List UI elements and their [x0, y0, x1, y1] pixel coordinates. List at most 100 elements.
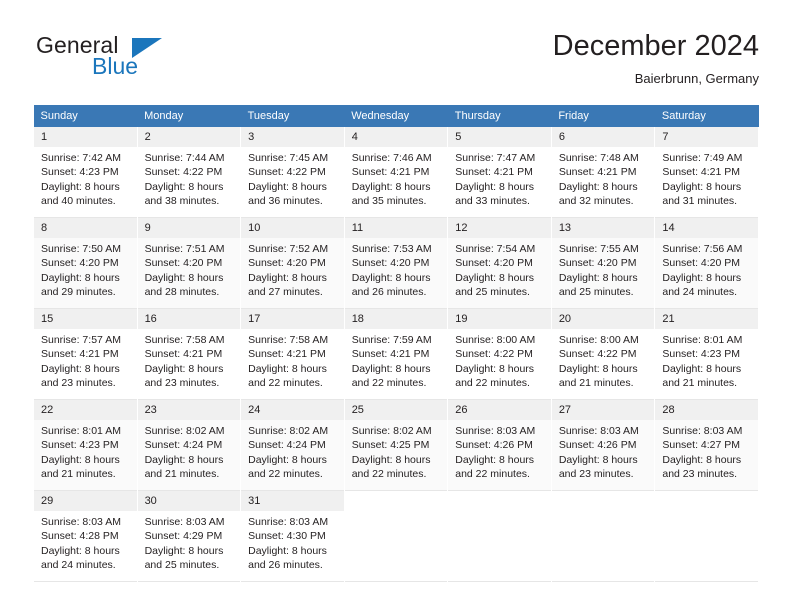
sunset-time: Sunset: 4:20 PM: [662, 257, 741, 270]
calendar-day-cell[interactable]: 17 Sunrise: 7:58 AM Sunset: 4:21 PM Dayligh…: [240, 308, 345, 400]
daylight-duration-line1: Daylight: 8 hours: [144, 362, 224, 375]
calendar-day-cell[interactable]: 31 Sunrise: 8:03 AM Sunset: 4:30 PM Dayligh…: [240, 490, 345, 582]
sunrise-time: Sunrise: 8:03 AM: [41, 516, 121, 528]
day-details: Sunrise: 7:55 AM Sunset: 4:20 PM Daylight:…: [552, 238, 655, 299]
day-details: Sunrise: 7:59 AM Sunset: 4:21 PM Daylight:…: [345, 329, 448, 390]
calendar-day-cell[interactable]: 25 Sunrise: 8:02 AM Sunset: 4:25 PM Dayligh…: [343, 399, 449, 491]
day-number: 9: [137, 218, 241, 238]
daylight-duration-line1: Daylight: 8 hours: [248, 362, 327, 375]
sunrise-time: Sunrise: 8:03 AM: [144, 516, 225, 528]
sunset-time: Sunset: 4:21 PM: [144, 348, 223, 361]
calendar-week-row: 29 Sunrise: 8:03 AM Sunset: 4:28 PM Dayligh…: [33, 490, 759, 582]
daylight-duration-line1: Daylight: 8 hours: [41, 362, 120, 375]
day-number: 16: [137, 309, 241, 329]
sunset-time: Sunset: 4:24 PM: [248, 439, 326, 452]
sunset-time: Sunset: 4:24 PM: [144, 439, 223, 452]
sunrise-time: Sunrise: 8:02 AM: [248, 425, 329, 437]
calendar-day-cell[interactable]: 27 Sunrise: 8:03 AM Sunset: 4:26 PM Dayligh…: [550, 399, 656, 491]
weekday-header-saturday: Saturday: [654, 105, 759, 127]
sunset-time: Sunset: 4:20 PM: [248, 257, 326, 270]
weekday-header-row: Sunday Monday Tuesday Wednesday Thursday…: [33, 105, 759, 127]
day-number: 8: [34, 218, 137, 238]
day-details: Sunrise: 7:50 AM Sunset: 4:20 PM Daylight:…: [34, 238, 137, 299]
sunrise-time: Sunrise: 8:03 AM: [558, 425, 639, 437]
day-number: 29: [34, 491, 137, 511]
calendar-day-cell[interactable]: 4 Sunrise: 7:46 AM Sunset: 4:21 PM Daylight…: [343, 127, 449, 218]
sunset-time: Sunset: 4:21 PM: [558, 166, 637, 179]
daylight-duration-line2: and 23 minutes.: [144, 376, 220, 389]
day-number: 19: [448, 309, 551, 329]
day-number: 28: [655, 400, 758, 420]
calendar-day-cell[interactable]: 14 Sunrise: 7:56 AM Sunset: 4:20 PM Dayligh…: [654, 217, 759, 309]
daylight-duration-line2: and 24 minutes.: [662, 285, 738, 298]
calendar-day-cell[interactable]: 19 Sunrise: 8:00 AM Sunset: 4:22 PM Dayligh…: [447, 308, 552, 400]
calendar-day-cell[interactable]: 12 Sunrise: 7:54 AM Sunset: 4:20 PM Dayligh…: [447, 217, 552, 309]
daylight-duration-line1: Daylight: 8 hours: [662, 180, 742, 193]
sunset-time: Sunset: 4:21 PM: [662, 166, 741, 179]
calendar-week-row: 8 Sunrise: 7:50 AM Sunset: 4:20 PM Daylight…: [33, 217, 759, 309]
day-details: Sunrise: 7:45 AM Sunset: 4:22 PM Daylight:…: [241, 147, 344, 208]
calendar-day-cell[interactable]: 23 Sunrise: 8:02 AM Sunset: 4:24 PM Dayligh…: [136, 399, 242, 491]
sunrise-time: Sunrise: 8:03 AM: [662, 425, 743, 437]
day-number: 6: [551, 127, 655, 147]
day-number: [448, 491, 551, 511]
weekday-header-thursday: Thursday: [447, 105, 552, 127]
calendar-day-cell[interactable]: 9 Sunrise: 7:51 AM Sunset: 4:20 PM Daylight…: [136, 217, 242, 309]
calendar-day-cell[interactable]: 28 Sunrise: 8:03 AM Sunset: 4:27 PM Dayligh…: [654, 399, 759, 491]
daylight-duration-line2: and 21 minutes.: [144, 467, 220, 480]
sunset-time: Sunset: 4:22 PM: [248, 166, 326, 179]
calendar-day-cell[interactable]: 8 Sunrise: 7:50 AM Sunset: 4:20 PM Daylight…: [33, 217, 138, 309]
day-details: Sunrise: 7:54 AM Sunset: 4:20 PM Daylight:…: [448, 238, 551, 299]
daylight-duration-line1: Daylight: 8 hours: [248, 271, 327, 284]
day-number: 18: [344, 309, 448, 329]
calendar-day-cell[interactable]: 24 Sunrise: 8:02 AM Sunset: 4:24 PM Dayligh…: [240, 399, 345, 491]
day-number: 1: [34, 127, 137, 147]
daylight-duration-line2: and 21 minutes.: [41, 467, 116, 480]
calendar-cell-empty: [447, 490, 552, 582]
sunrise-time: Sunrise: 8:03 AM: [455, 425, 536, 437]
daylight-duration-line2: and 40 minutes.: [41, 194, 116, 207]
daylight-duration-line2: and 22 minutes.: [248, 376, 323, 389]
daylight-duration-line1: Daylight: 8 hours: [558, 453, 638, 466]
calendar-day-cell[interactable]: 2 Sunrise: 7:44 AM Sunset: 4:22 PM Daylight…: [136, 127, 242, 218]
calendar-day-cell[interactable]: 20 Sunrise: 8:00 AM Sunset: 4:22 PM Dayligh…: [550, 308, 656, 400]
day-number: 11: [344, 218, 448, 238]
sunrise-time: Sunrise: 7:53 AM: [351, 243, 432, 255]
calendar-day-cell[interactable]: 29 Sunrise: 8:03 AM Sunset: 4:28 PM Dayligh…: [33, 490, 138, 582]
calendar-day-cell[interactable]: 6 Sunrise: 7:48 AM Sunset: 4:21 PM Daylight…: [550, 127, 656, 218]
day-details: Sunrise: 7:58 AM Sunset: 4:21 PM Daylight:…: [241, 329, 344, 390]
daylight-duration-line1: Daylight: 8 hours: [455, 453, 535, 466]
day-number: 31: [241, 491, 344, 511]
calendar-day-cell[interactable]: 1 Sunrise: 7:42 AM Sunset: 4:23 PM Daylight…: [33, 127, 138, 218]
calendar-day-cell[interactable]: 21 Sunrise: 8:01 AM Sunset: 4:23 PM Dayligh…: [654, 308, 759, 400]
sunrise-time: Sunrise: 7:47 AM: [455, 152, 536, 164]
calendar-day-cell[interactable]: 7 Sunrise: 7:49 AM Sunset: 4:21 PM Daylight…: [654, 127, 759, 218]
day-details: Sunrise: 8:01 AM Sunset: 4:23 PM Daylight:…: [655, 329, 758, 390]
daylight-duration-line2: and 28 minutes.: [144, 285, 220, 298]
weekday-header-friday: Friday: [551, 105, 655, 127]
calendar-day-cell[interactable]: 15 Sunrise: 7:57 AM Sunset: 4:21 PM Dayligh…: [33, 308, 138, 400]
calendar-day-cell[interactable]: 16 Sunrise: 7:58 AM Sunset: 4:21 PM Dayligh…: [136, 308, 242, 400]
calendar-day-cell[interactable]: 13 Sunrise: 7:55 AM Sunset: 4:20 PM Dayligh…: [550, 217, 656, 309]
day-number: 14: [655, 218, 758, 238]
calendar-day-cell[interactable]: 10 Sunrise: 7:52 AM Sunset: 4:20 PM Dayligh…: [240, 217, 345, 309]
daylight-duration-line2: and 26 minutes.: [351, 285, 427, 298]
calendar-day-cell[interactable]: 5 Sunrise: 7:47 AM Sunset: 4:21 PM Daylight…: [447, 127, 552, 218]
calendar-day-cell[interactable]: 3 Sunrise: 7:45 AM Sunset: 4:22 PM Daylight…: [240, 127, 345, 218]
calendar-day-cell[interactable]: 30 Sunrise: 8:03 AM Sunset: 4:29 PM Dayligh…: [136, 490, 242, 582]
day-details: Sunrise: 8:00 AM Sunset: 4:22 PM Daylight:…: [552, 329, 655, 390]
daylight-duration-line2: and 25 minutes.: [558, 285, 634, 298]
day-details: Sunrise: 8:03 AM Sunset: 4:30 PM Daylight:…: [241, 511, 344, 572]
day-details: Sunrise: 8:03 AM Sunset: 4:29 PM Daylight:…: [138, 511, 241, 572]
general-blue-logo[interactable]: General Blue: [36, 32, 216, 92]
calendar-day-cell[interactable]: 18 Sunrise: 7:59 AM Sunset: 4:21 PM Dayligh…: [343, 308, 449, 400]
sunrise-time: Sunrise: 7:46 AM: [351, 152, 432, 164]
calendar-day-cell[interactable]: 11 Sunrise: 7:53 AM Sunset: 4:20 PM Dayligh…: [343, 217, 449, 309]
day-number: 12: [448, 218, 551, 238]
daylight-duration-line1: Daylight: 8 hours: [41, 271, 120, 284]
calendar-day-cell[interactable]: 26 Sunrise: 8:03 AM Sunset: 4:26 PM Dayligh…: [447, 399, 552, 491]
calendar-cell-empty: [343, 490, 449, 582]
sunset-time: Sunset: 4:26 PM: [455, 439, 533, 452]
sunrise-time: Sunrise: 8:00 AM: [455, 334, 536, 346]
calendar-day-cell[interactable]: 22 Sunrise: 8:01 AM Sunset: 4:23 PM Dayligh…: [33, 399, 138, 491]
